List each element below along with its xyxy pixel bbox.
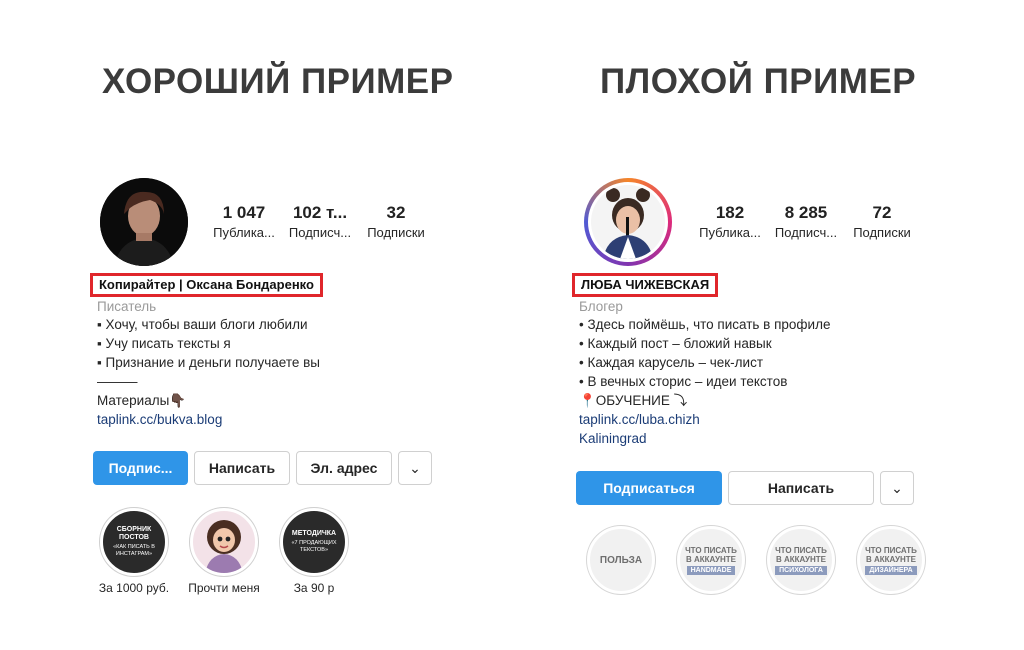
- highlight-label: За 90 р: [293, 581, 335, 595]
- highlight-cover: ЧТО ПИСАТЬ В АККАУНТЕ HANDMADE: [677, 526, 745, 594]
- bio-line: ▪ Хочу, чтобы ваши блоги любили: [97, 317, 308, 332]
- highlight-label: За 1000 руб.: [98, 581, 170, 595]
- profile-category: Писатель: [97, 299, 157, 314]
- profile-name: Копирайтер | Оксана Бондаренко: [90, 273, 323, 297]
- highlight-cover-tag: ПСИХОЛОГА: [775, 565, 827, 575]
- stat-value: 32: [386, 203, 406, 222]
- highlight-item[interactable]: ПОЛЬЗА: [576, 526, 666, 594]
- highlight-item[interactable]: ЧТО ПИСАТЬ В АККАУНТЕ ДИЗАЙНЕРА: [846, 526, 936, 594]
- highlight-cover-title: В АККАУНТЕ: [686, 554, 736, 564]
- avatar[interactable]: [584, 178, 672, 266]
- stat-followers[interactable]: 8 285 Подписч...: [768, 202, 844, 242]
- bio-line: • Каждый пост – бложий навык: [579, 336, 772, 351]
- stat-value: 8 285: [784, 203, 828, 222]
- stat-posts[interactable]: 182 Публика...: [692, 202, 768, 242]
- highlight-cover-subtitle: «7 ПРОДАЮЩИХ ТЕКСТОВ»: [291, 540, 337, 553]
- highlight-cover-title: ЧТО ПИСАТЬ: [685, 545, 737, 555]
- bio-line: • Здесь поймёшь, что писать в профиле: [579, 317, 831, 332]
- highlight-cover: ПОЛЬЗА: [587, 526, 655, 594]
- bad-example-heading: ПЛОХОЙ ПРИМЕР: [600, 62, 917, 101]
- highlight-item[interactable]: МЕТОДИЧКА «7 ПРОДАЮЩИХ ТЕКСТОВ» За 90 р: [270, 508, 358, 595]
- action-buttons: Подпис... Написать Эл. адрес ⌄: [93, 451, 432, 485]
- stat-value: 72: [872, 203, 892, 222]
- bio-line: Материалы👇🏿: [97, 393, 187, 408]
- bio-line: ———: [97, 374, 138, 389]
- highlight-cover: ЧТО ПИСАТЬ В АККАУНТЕ ДИЗАЙНЕРА: [857, 526, 925, 594]
- profile-stats: 182 Публика... 8 285 Подписч... 72 Подпи…: [692, 202, 920, 242]
- highlight-cover-title: ЧТО ПИСАТЬ: [775, 545, 827, 555]
- highlight-item[interactable]: СБОРНИК ПОСТОВ «КАК ПИСАТЬ В ИНСТАГРАМ» …: [90, 508, 178, 595]
- cartoon-portrait-icon: [205, 520, 243, 573]
- email-button[interactable]: Эл. адрес: [296, 451, 392, 485]
- person-photo-icon: [591, 185, 665, 259]
- profile-bio: ЛЮБА ЧИЖЕВСКАЯ Блогер • Здесь поймёшь, ч…: [572, 273, 932, 448]
- highlight-cover-title: В АККАУНТЕ: [866, 554, 916, 564]
- subscribe-button[interactable]: Подпис...: [93, 451, 188, 485]
- message-button[interactable]: Написать: [728, 471, 874, 505]
- highlight-cover-title: В АККАУНТЕ: [776, 554, 826, 564]
- action-buttons: Подписаться Написать ⌄: [576, 471, 914, 505]
- profile-location[interactable]: Kaliningrad: [572, 429, 932, 448]
- bio-line: • В вечных сторис – идеи текстов: [579, 374, 788, 389]
- stat-label: Подписч...: [288, 225, 352, 240]
- bio-line: ▪ Признание и деньги получаете вы: [97, 355, 320, 370]
- highlight-cover-tag: ДИЗАЙНЕРА: [865, 565, 917, 575]
- bio-line: • Каждая карусель – чек-лист: [579, 355, 764, 370]
- highlight-cover-title: ЧТО ПИСАТЬ: [865, 545, 917, 555]
- highlight-cover-subtitle: «КАК ПИСАТЬ В ИНСТАГРАМ»: [113, 544, 155, 557]
- highlight-cover: СБОРНИК ПОСТОВ «КАК ПИСАТЬ В ИНСТАГРАМ»: [100, 508, 168, 576]
- highlight-item[interactable]: ЧТО ПИСАТЬ В АККАУНТЕ ПСИХОЛОГА: [756, 526, 846, 594]
- highlight-label: Прочти меня: [188, 581, 260, 595]
- stat-label: Подписки: [853, 225, 911, 240]
- highlight-cover-tag: HANDMADE: [686, 565, 736, 575]
- chevron-down-icon[interactable]: ⌄: [880, 471, 914, 505]
- highlight-cover-title: МЕТОДИЧКА: [291, 530, 337, 537]
- highlight-cover-title: ПОЛЬЗА: [599, 554, 643, 566]
- highlight-item[interactable]: ЧТО ПИСАТЬ В АККАУНТЕ HANDMADE: [666, 526, 756, 594]
- stat-following[interactable]: 72 Подписки: [844, 202, 920, 242]
- stat-value: 1 047: [222, 203, 266, 222]
- profile-link[interactable]: taplink.cc/luba.chizh: [572, 410, 932, 429]
- good-example-heading: ХОРОШИЙ ПРИМЕР: [102, 62, 454, 101]
- stat-label: Публика...: [213, 225, 275, 240]
- bio-line: 📍ОБУЧЕНИЕ ⤵: [579, 393, 688, 408]
- avatar[interactable]: [100, 178, 188, 266]
- avatar-photo: [100, 178, 188, 266]
- stat-label: Подписки: [367, 225, 425, 240]
- highlight-cover-title: СБОРНИК ПОСТОВ: [116, 526, 152, 541]
- profile-name: ЛЮБА ЧИЖЕВСКАЯ: [572, 273, 719, 297]
- stat-value: 182: [715, 203, 745, 222]
- chevron-down-icon[interactable]: ⌄: [398, 451, 432, 485]
- stat-following[interactable]: 32 Подписки: [358, 202, 434, 242]
- stat-followers[interactable]: 102 т... Подписч...: [282, 202, 358, 242]
- story-highlights: СБОРНИК ПОСТОВ «КАК ПИСАТЬ В ИНСТАГРАМ» …: [90, 508, 358, 595]
- avatar-photo: [588, 182, 668, 262]
- stat-label: Публика...: [699, 225, 761, 240]
- highlight-cover: [190, 508, 258, 576]
- story-highlights: ПОЛЬЗА ЧТО ПИСАТЬ В АККАУНТЕ HANDMADE ЧТ…: [576, 526, 936, 594]
- message-button[interactable]: Написать: [194, 451, 290, 485]
- profile-stats: 1 047 Публика... 102 т... Подписч... 32 …: [206, 202, 434, 242]
- stat-posts[interactable]: 1 047 Публика...: [206, 202, 282, 242]
- highlight-item[interactable]: Прочти меня: [178, 508, 270, 595]
- subscribe-button[interactable]: Подписаться: [576, 471, 722, 505]
- profile-bio: Копирайтер | Оксана Бондаренко Писатель …: [90, 273, 450, 429]
- bio-line: ▪ Учу писать тексты я: [97, 336, 231, 351]
- profile-link[interactable]: taplink.cc/bukva.blog: [90, 410, 450, 429]
- stat-label: Подписч...: [774, 225, 838, 240]
- highlight-cover: МЕТОДИЧКА «7 ПРОДАЮЩИХ ТЕКСТОВ»: [280, 508, 348, 576]
- highlight-cover: ЧТО ПИСАТЬ В АККАУНТЕ ПСИХОЛОГА: [767, 526, 835, 594]
- stat-value: 102 т...: [292, 203, 348, 222]
- profile-category: Блогер: [579, 299, 623, 314]
